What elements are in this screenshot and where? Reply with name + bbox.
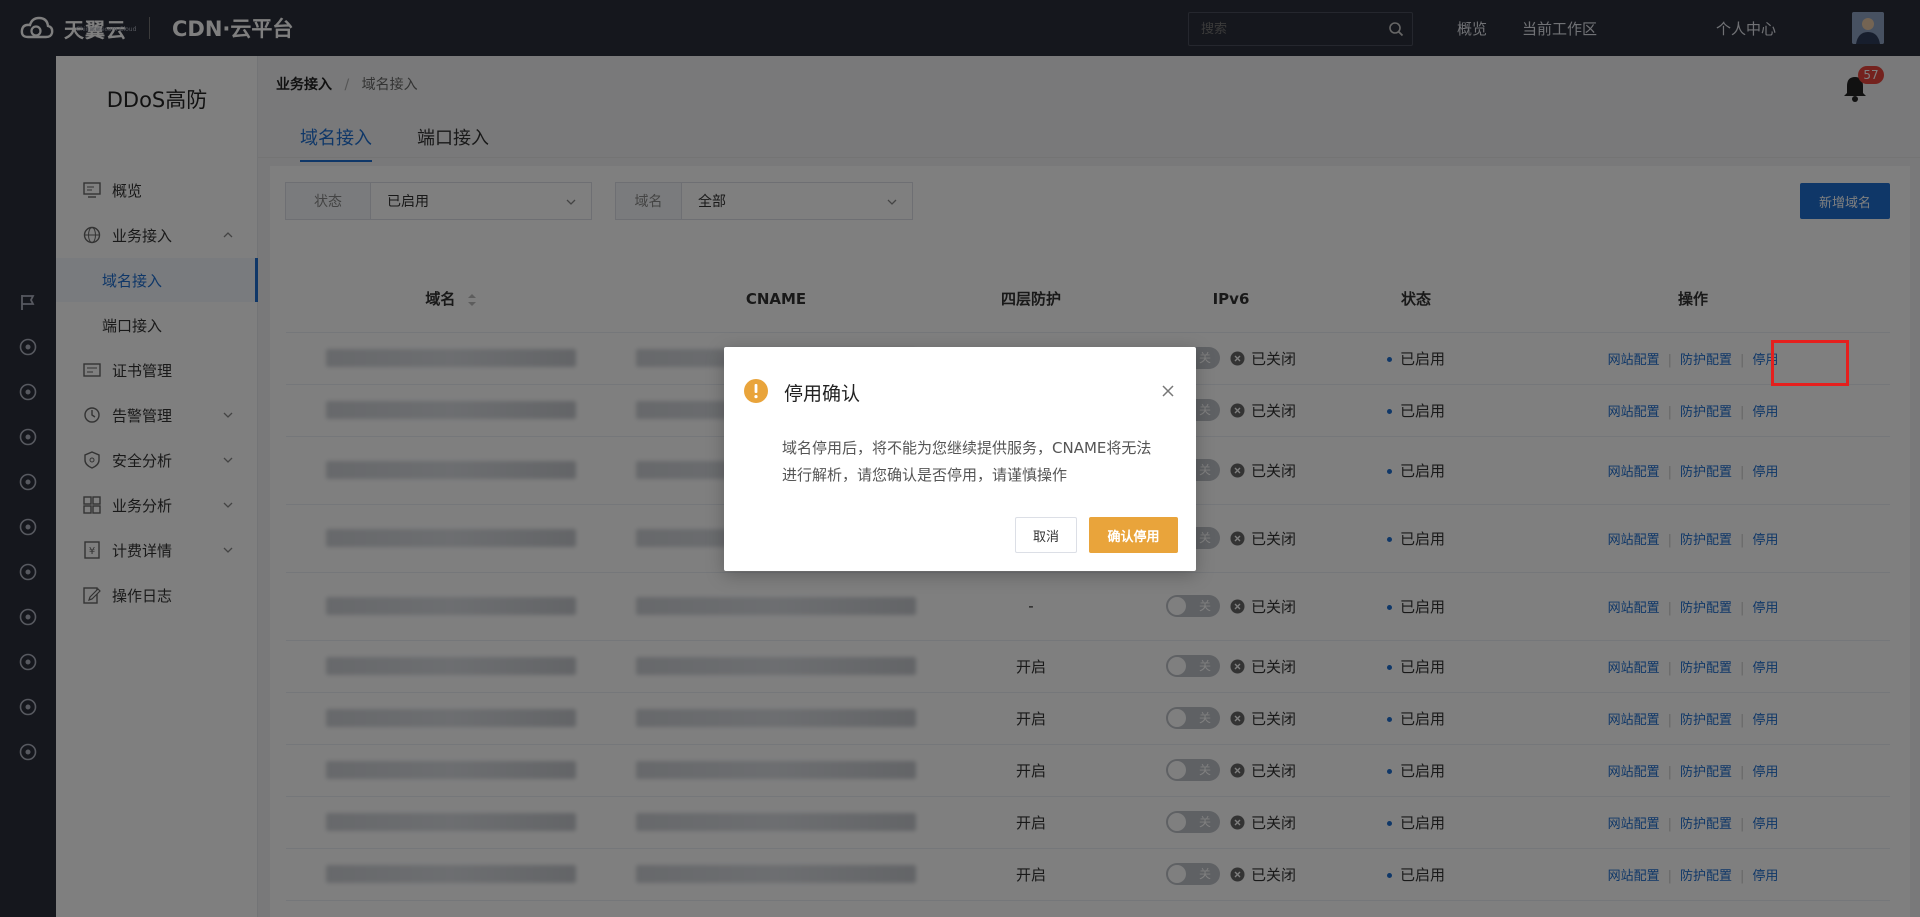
cancel-button[interactable]: 取消 (1015, 517, 1077, 553)
close-icon[interactable] (1160, 383, 1176, 399)
confirm-disable-button[interactable]: 确认停用 (1089, 517, 1178, 553)
warning-icon (744, 379, 768, 403)
dialog-title: 停用确认 (784, 383, 861, 405)
dialog-message: 域名停用后，将不能为您继续提供服务，CNAME将无法进行解析，请您确认是否停用，… (782, 439, 1152, 484)
highlight-box (1771, 340, 1849, 386)
disable-confirm-dialog: 停用确认 域名停用后，将不能为您继续提供服务，CNAME将无法进行解析，请您确认… (724, 347, 1196, 571)
